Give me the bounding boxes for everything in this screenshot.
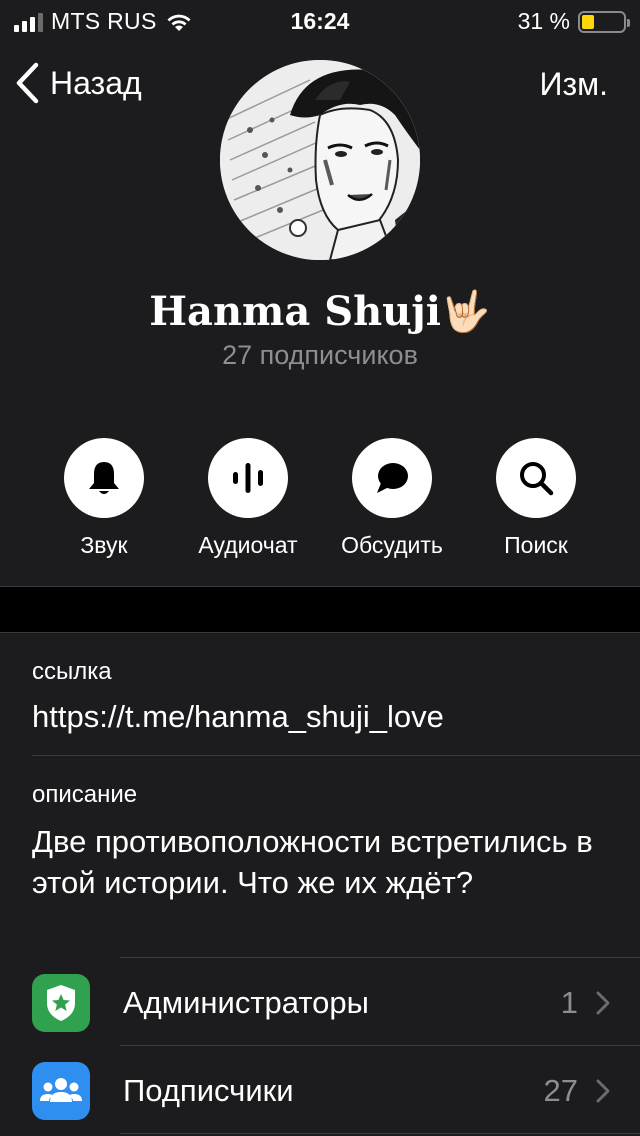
sound-button[interactable]: Звук [32, 438, 176, 559]
description-value: Две противоположности встретились в этой… [32, 824, 593, 900]
administrators-count: 1 [560, 984, 578, 1020]
administrators-label: Администраторы [123, 984, 369, 1020]
manga-portrait-image [220, 60, 420, 260]
channel-name: Hanma Shuji🤟🏻 [149, 288, 491, 335]
link-section[interactable]: ссылка https://t.me/hanma_shuji_love [32, 658, 640, 737]
search-label: Поиск [504, 532, 568, 558]
administrators-row[interactable]: Администраторы 1 [32, 959, 640, 1046]
description-label: описание [32, 781, 138, 808]
subscribers-count: 27 [543, 1072, 578, 1108]
voice-chat-button-circle[interactable] [208, 438, 288, 518]
chevron-right-icon [596, 991, 610, 1014]
voice-chat-icon [233, 463, 263, 493]
discuss-button[interactable]: Обсудить [320, 438, 464, 559]
subscriber-count: 27 подписчиков [222, 340, 418, 370]
edit-button[interactable]: Изм. [539, 66, 608, 103]
battery-icon [578, 10, 630, 33]
status-right: 31 % [517, 8, 630, 35]
chevron-left-icon [16, 62, 39, 104]
subscribers-label: Подписчики [123, 1072, 294, 1108]
divider [32, 755, 640, 756]
discuss-label: Обсудить [341, 532, 443, 558]
voice-chat-label: Аудиочат [198, 532, 298, 558]
battery-percent: 31 % [517, 8, 570, 34]
subscribers-row[interactable]: Подписчики 27 [32, 1047, 640, 1134]
search-button-circle[interactable] [496, 438, 576, 518]
link-value[interactable]: https://t.me/hanma_shuji_love [32, 696, 640, 737]
divider [0, 632, 640, 633]
description-section: описание Две противоположности встретили… [32, 781, 622, 903]
section-gap [0, 587, 640, 632]
divider [120, 1045, 640, 1046]
action-buttons: Звук Аудиочат Обсудить Поиск [32, 438, 608, 559]
divider [120, 1133, 640, 1134]
search-icon [520, 462, 554, 496]
back-label: Назад [50, 64, 142, 101]
chevron-right-icon [596, 1079, 610, 1102]
people-icon [32, 1061, 90, 1120]
divider [120, 957, 640, 958]
back-button[interactable]: Назад [14, 62, 142, 104]
voice-chat-button[interactable]: Аудиочат [176, 438, 320, 559]
search-button[interactable]: Поиск [464, 438, 608, 559]
chat-bubble-icon [377, 463, 408, 493]
channel-avatar[interactable] [220, 60, 420, 260]
discuss-button-circle[interactable] [352, 438, 432, 518]
bell-icon [89, 462, 119, 494]
admin-badge-icon [32, 973, 90, 1032]
status-bar: MTS RUS 16:24 31 % [0, 0, 640, 40]
sound-button-circle[interactable] [64, 438, 144, 518]
sound-label: Звук [80, 532, 128, 558]
link-label: ссылка [32, 658, 112, 685]
